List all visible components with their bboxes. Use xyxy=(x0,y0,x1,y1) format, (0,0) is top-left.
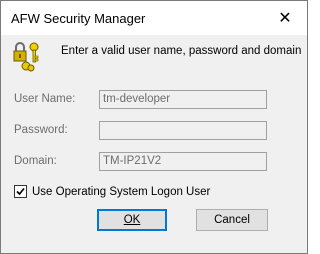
os-logon-checkbox[interactable] xyxy=(14,185,27,198)
os-logon-checkbox-label: Use Operating System Logon User xyxy=(32,185,211,198)
title-bar: AFW Security Manager ✕ xyxy=(1,1,307,35)
cancel-button-label: Cancel xyxy=(214,214,250,226)
domain-field[interactable]: TM-IP21V2 xyxy=(99,152,267,171)
password-field[interactable] xyxy=(99,121,267,140)
cancel-button[interactable]: Cancel xyxy=(196,209,268,231)
dialog-window: AFW Security Manager ✕ Enter a valid use… xyxy=(0,0,308,254)
username-field[interactable]: tm-developer xyxy=(99,90,267,109)
ok-button[interactable]: OK xyxy=(97,209,167,231)
instruction-message: Enter a valid user name, password and do… xyxy=(61,45,302,57)
password-label: Password: xyxy=(14,124,68,136)
ok-button-label: OK xyxy=(123,214,141,226)
os-logon-checkbox-row[interactable]: Use Operating System Logon User xyxy=(14,185,210,198)
close-icon: ✕ xyxy=(278,10,292,27)
checkmark-icon xyxy=(16,187,25,196)
domain-label: Domain: xyxy=(14,155,57,167)
keys-lock-icon xyxy=(13,42,39,72)
close-button[interactable]: ✕ xyxy=(263,1,307,35)
window-title: AFW Security Manager xyxy=(11,11,146,26)
username-label: User Name: xyxy=(14,93,76,105)
